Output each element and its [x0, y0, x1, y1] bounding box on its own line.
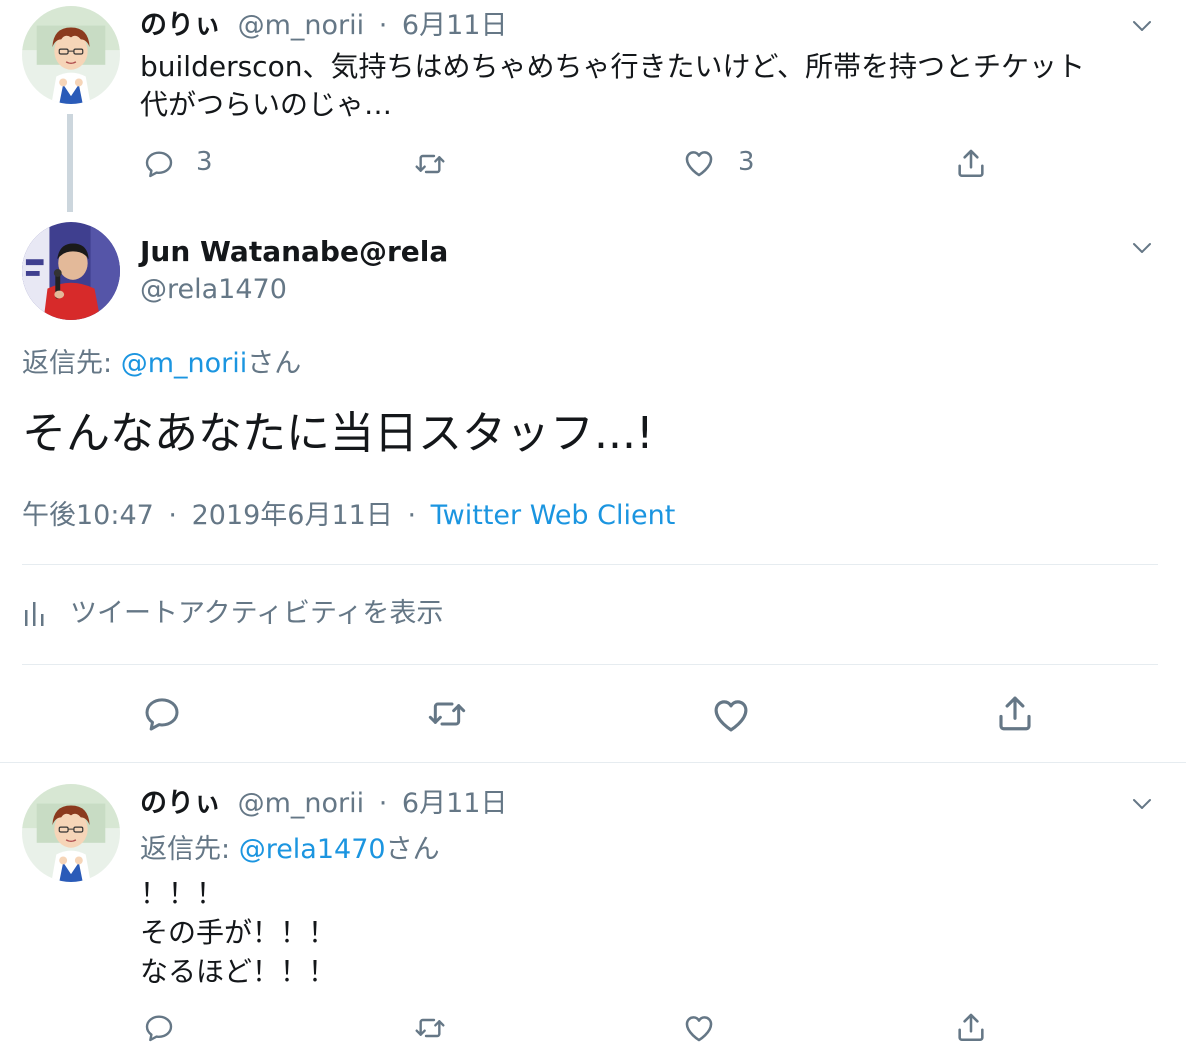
- tweet-time[interactable]: 午後10:47: [22, 500, 154, 531]
- reply-suffix: さん: [247, 348, 302, 379]
- separator-dot: ·: [378, 10, 388, 41]
- tweet-date[interactable]: 2019年6月11日: [192, 500, 393, 531]
- tweet-text: builderscon、気持ちはめちゃめちゃ行きたいけど、所帯を持つとチケット …: [140, 48, 1085, 124]
- reply-suffix: さん: [385, 834, 440, 865]
- avatar-image: [22, 784, 120, 882]
- separator-dot: ·: [378, 788, 388, 819]
- chevron-down-icon[interactable]: [1130, 14, 1154, 38]
- divider: [22, 564, 1158, 565]
- chevron-down-icon[interactable]: [1130, 792, 1154, 816]
- tweet-text-line: ！！！: [140, 877, 225, 910]
- tweet-header: のりぃ @m_norii · 6月11日: [140, 8, 507, 44]
- handle[interactable]: @m_norii: [238, 10, 365, 41]
- reply-to-link[interactable]: @m_norii: [121, 348, 248, 379]
- avatar-image: [22, 6, 120, 104]
- analytics-label: ツイートアクティビティを表示: [70, 598, 444, 629]
- display-name[interactable]: Jun Watanabe@rela: [140, 234, 448, 270]
- avatar-image: [22, 222, 120, 320]
- reply-icon[interactable]: [143, 1012, 175, 1044]
- reply-context: 返信先: @rela1470さん: [140, 832, 440, 868]
- chevron-down-icon[interactable]: [1130, 236, 1154, 260]
- tweet-text-line: なるほど！！！: [140, 955, 337, 988]
- separator-dot: ·: [407, 500, 417, 531]
- retweet-icon[interactable]: [412, 148, 448, 180]
- reply-icon[interactable]: [143, 148, 175, 180]
- thread-line: [67, 114, 73, 212]
- share-icon[interactable]: [994, 692, 1036, 734]
- retweet-icon[interactable]: [424, 694, 470, 734]
- analytics-icon: [22, 600, 48, 628]
- tweet-text-line: builderscon、気持ちはめちゃめちゃ行きたいけど、所帯を持つとチケット: [140, 50, 1086, 83]
- avatar[interactable]: [22, 6, 120, 104]
- display-name[interactable]: のりぃ: [140, 10, 221, 41]
- handle[interactable]: @m_norii: [238, 788, 365, 819]
- reply-prefix: 返信先:: [140, 834, 239, 865]
- separator-dot: ·: [168, 500, 177, 531]
- tweet-text: そんなあなたに当日スタッフ...!: [22, 408, 654, 459]
- display-name[interactable]: のりぃ: [140, 788, 221, 819]
- divider: [0, 762, 1186, 763]
- share-icon[interactable]: [954, 1010, 988, 1044]
- reply-count: 3: [196, 147, 213, 177]
- client-link[interactable]: Twitter Web Client: [431, 500, 676, 531]
- retweet-icon[interactable]: [412, 1012, 448, 1044]
- tweet-meta: 午後10:47 · 2019年6月11日 · Twitter Web Clien…: [22, 498, 675, 534]
- tweet-header: のりぃ @m_norii · 6月11日: [140, 786, 507, 822]
- tweet-text: ！！！ その手が！！！ なるほど！！！: [140, 874, 336, 991]
- tweet-date[interactable]: 6月11日: [402, 10, 508, 41]
- tweet-text-line: 代がつらいのじゃ…: [140, 88, 393, 121]
- avatar[interactable]: [22, 784, 120, 882]
- tweet-date[interactable]: 6月11日: [402, 788, 508, 819]
- reply-prefix: 返信先:: [22, 348, 121, 379]
- reply-to-link[interactable]: @rela1470: [239, 834, 386, 865]
- heart-icon[interactable]: [682, 146, 716, 180]
- like-count: 3: [738, 147, 755, 177]
- reply-icon[interactable]: [142, 694, 182, 734]
- heart-icon[interactable]: [682, 1011, 716, 1045]
- reply-context: 返信先: @m_noriiさん: [22, 346, 301, 382]
- heart-icon[interactable]: [710, 694, 752, 736]
- tweet-text-line: その手が！！！: [140, 916, 337, 949]
- avatar[interactable]: [22, 222, 120, 320]
- share-icon[interactable]: [954, 146, 988, 180]
- divider: [22, 664, 1158, 665]
- handle[interactable]: @rela1470: [140, 272, 287, 308]
